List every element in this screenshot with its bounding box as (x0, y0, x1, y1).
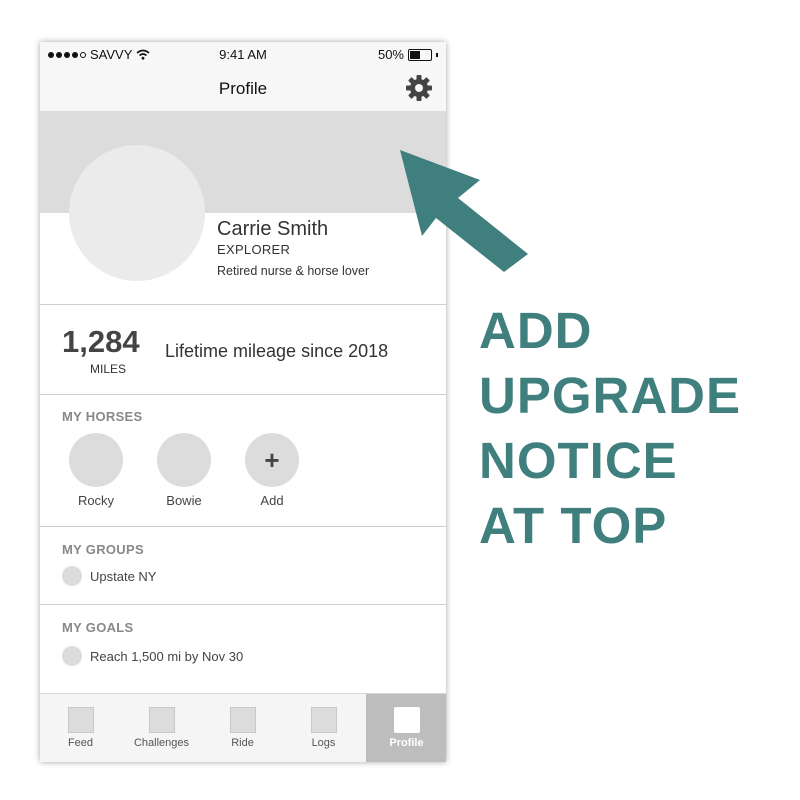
feed-icon (68, 707, 94, 733)
tab-ride[interactable]: Ride (202, 694, 283, 762)
page-title: Profile (218, 79, 268, 98)
tab-label: Ride (231, 737, 254, 749)
nav-bar: Profile (40, 66, 446, 112)
section-title-goals: MY GOALS (62, 620, 134, 635)
plus-icon: + (264, 444, 280, 475)
group-icon (62, 566, 82, 586)
tab-challenges[interactable]: Challenges (121, 694, 202, 762)
profile-bio: Retired nurse & horse lover (217, 264, 370, 278)
tab-logs[interactable]: Logs (283, 694, 364, 762)
annotation-line: UPGRADE (479, 367, 742, 424)
mileage-value: 1,284 (62, 324, 140, 359)
horse-label: Add (260, 493, 284, 508)
annotation-line: NOTICE (479, 432, 678, 489)
divider (40, 394, 446, 395)
tab-label: Logs (311, 737, 336, 749)
goal-item[interactable]: Reach 1,500 mi by Nov 30 (90, 649, 243, 664)
mileage-description: Lifetime mileage since 2018 (165, 341, 389, 361)
gear-icon[interactable] (405, 74, 433, 102)
tab-label: Challenges (133, 737, 190, 749)
group-item[interactable]: Upstate NY (90, 569, 156, 584)
tab-label: Profile (389, 737, 424, 749)
tab-bar: Feed Challenges Ride Logs Profile (40, 693, 446, 762)
logs-icon (311, 707, 337, 733)
divider (40, 604, 446, 605)
battery-percent: 50% (377, 47, 404, 62)
ride-icon (230, 707, 256, 733)
profile-level: EXPLORER (217, 242, 291, 257)
challenges-icon (149, 707, 175, 733)
horse-label: Rocky (77, 493, 115, 508)
tab-label: Feed (67, 737, 94, 749)
divider (40, 526, 446, 527)
horse-label: Bowie (166, 493, 202, 508)
horse-avatar-rocky[interactable] (69, 433, 123, 487)
annotation-line: AT TOP (479, 497, 668, 554)
avatar[interactable] (69, 145, 205, 281)
annotation-arrow-icon (400, 150, 528, 272)
annotation-note: ADD UPGRADE NOTICE AT TOP (479, 298, 799, 558)
profile-icon (394, 707, 420, 733)
goal-icon (62, 646, 82, 666)
profile-name: Carrie Smith (217, 218, 329, 240)
status-bar: SAVVY 9:41 AM 50% (40, 42, 446, 66)
divider (40, 304, 446, 305)
phone-screen: SAVVY 9:41 AM 50% Profile Carrie Smith E… (40, 42, 446, 762)
battery-status: 50% (378, 47, 438, 62)
add-horse-button[interactable]: + (245, 433, 299, 487)
section-title-groups: MY GROUPS (62, 542, 144, 557)
section-title-horses: MY HORSES (62, 409, 143, 424)
annotation-line: ADD (479, 302, 593, 359)
tab-profile[interactable]: Profile (366, 694, 446, 762)
tab-feed[interactable]: Feed (40, 694, 121, 762)
horse-avatar-bowie[interactable] (157, 433, 211, 487)
battery-icon (408, 48, 432, 61)
mileage-unit: MILES (89, 362, 126, 376)
